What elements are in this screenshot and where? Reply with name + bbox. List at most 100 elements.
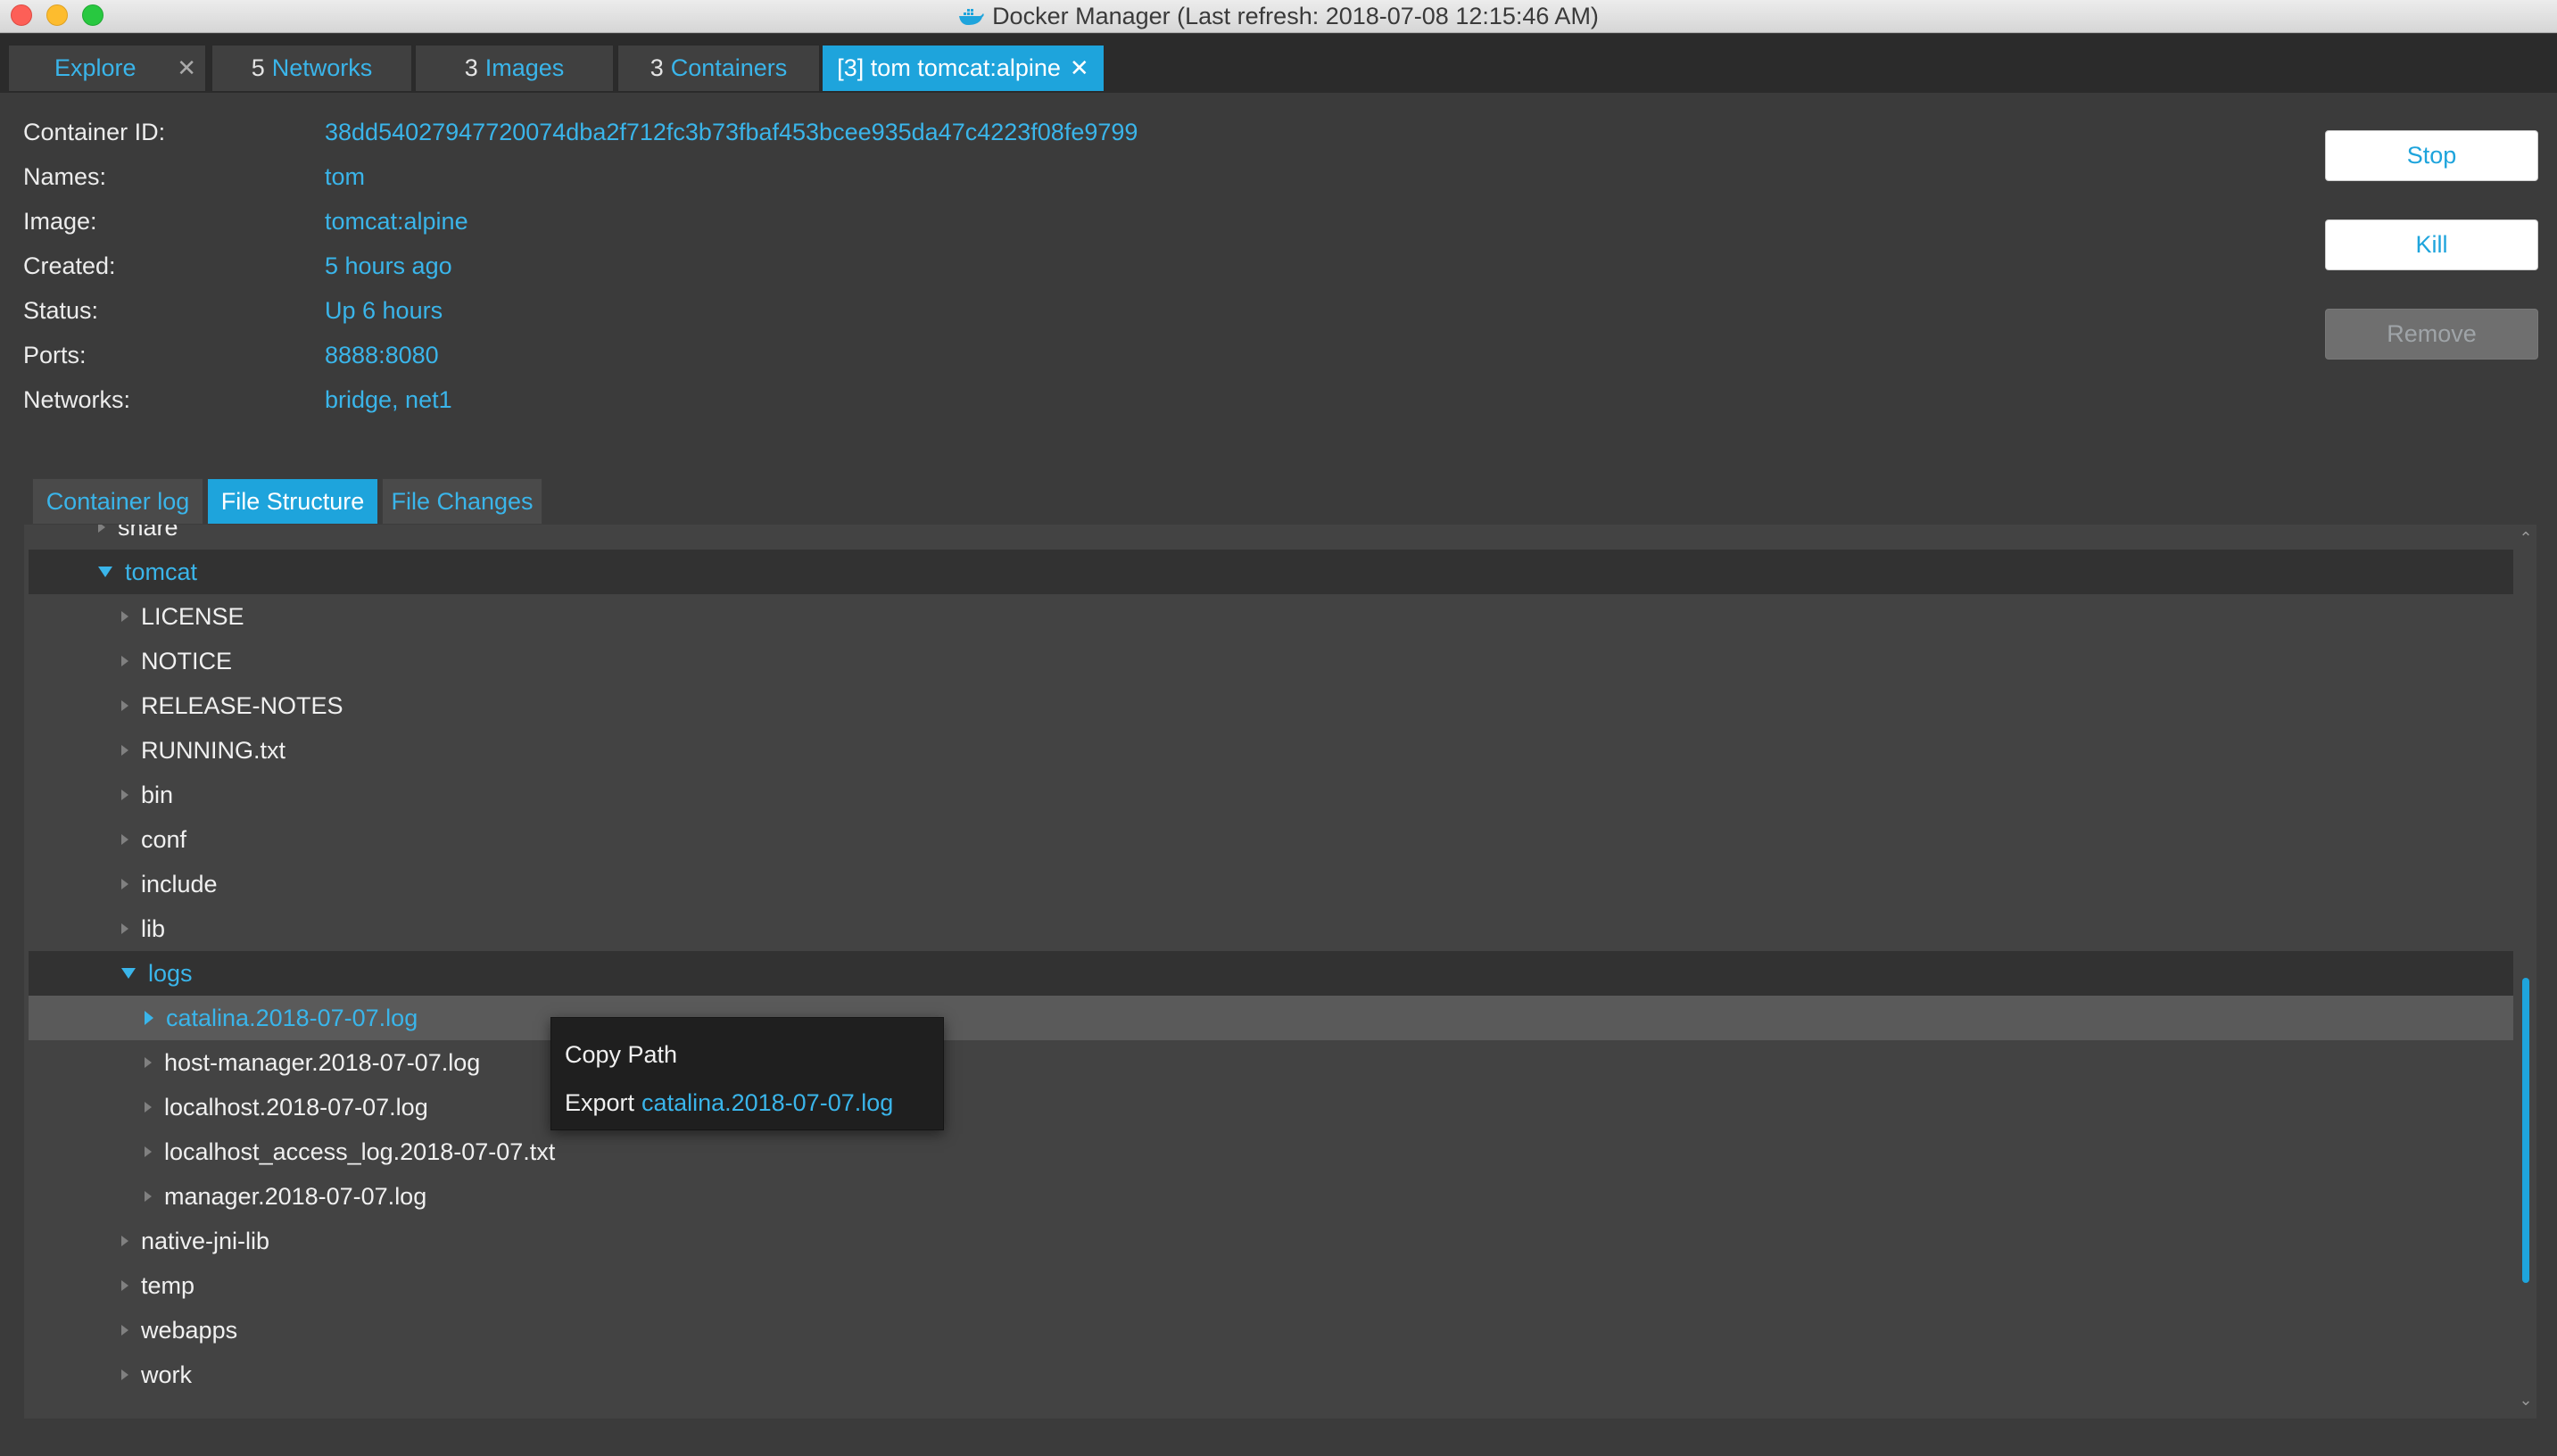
tree-item-label: logs [148,959,193,987]
tree-item-bin[interactable]: bin [29,773,2513,817]
expand-arrow-icon[interactable] [121,656,128,666]
detail-image: Image: tomcat:alpine [23,203,468,239]
vertical-scrollbar[interactable]: ⌃ ⌄ [2516,525,2536,1419]
detail-container-id: Container ID: 38dd54027947720074dba2f712… [23,114,1138,150]
detail-created: Created: 5 hours ago [23,248,452,284]
expand-arrow-icon[interactable] [121,834,128,845]
container-id-value[interactable]: 38dd54027947720074dba2f712fc3b73fbaf453b… [325,119,1138,146]
tree-item-label: conf [141,825,187,853]
detail-label: Image: [23,207,97,235]
tree-item-label: manager.2018-07-07.log [164,1182,427,1210]
tab-file-structure[interactable]: File Structure [207,478,378,525]
menu-item-export-target: catalina.2018-07-07.log [641,1088,894,1116]
ports-value[interactable]: 8888:8080 [325,342,439,369]
created-value: 5 hours ago [325,252,452,279]
title-bar: Docker Manager (Last refresh: 2018-07-08… [0,0,2557,33]
menu-item-export[interactable]: Export catalina.2018-07-07.log [551,1079,943,1127]
kill-button[interactable]: Kill [2325,219,2538,270]
tree-item-notice[interactable]: NOTICE [29,639,2513,683]
expand-arrow-icon[interactable] [121,1236,128,1246]
tab-explore[interactable]: Explore ✕ [8,45,206,92]
tree-item-catalina-log[interactable]: catalina.2018-07-07.log [29,996,2513,1040]
tree-item-webapps[interactable]: webapps [29,1308,2513,1353]
tree-item-running-txt[interactable]: RUNNING.txt [29,728,2513,773]
tree-item-license[interactable]: LICENSE [29,594,2513,639]
expand-arrow-icon[interactable] [121,611,128,622]
expand-arrow-icon[interactable] [145,1057,152,1068]
image-value[interactable]: tomcat:alpine [325,208,468,236]
expand-arrow-icon[interactable] [121,700,128,711]
tree-item-conf[interactable]: conf [29,817,2513,862]
expand-arrow-icon[interactable] [121,923,128,934]
tab-networks-label: Networks [271,54,373,81]
menu-item-copy-path[interactable]: Copy Path [551,1030,943,1079]
expand-arrow-icon[interactable] [121,790,128,800]
scrollbar-thumb[interactable] [2522,978,2529,1283]
detail-names: Names: tom [23,159,365,194]
tree-item-label: bin [141,781,174,808]
tab-explore-close-icon[interactable]: ✕ [177,54,196,82]
tree-item-lib[interactable]: lib [29,906,2513,951]
names-value[interactable]: tom [325,163,365,191]
file-tree[interactable]: share tomcat LICENSE NOTICE RELEASE-NOTE… [24,525,2536,1419]
tree-item-localhost-log[interactable]: localhost.2018-07-07.log [29,1085,2513,1129]
tab-file-changes[interactable]: File Changes [382,478,542,525]
tree-item-label: localhost.2018-07-07.log [164,1093,428,1121]
tree-item-tomcat[interactable]: tomcat [29,550,2513,594]
tree-item-include[interactable]: include [29,862,2513,906]
tab-images[interactable]: 3 Images [415,45,614,92]
remove-button[interactable]: Remove [2325,309,2538,360]
collapse-arrow-icon[interactable] [121,968,136,979]
window-maximize-button[interactable] [82,4,103,26]
menu-item-label: Export [565,1088,635,1116]
expand-arrow-icon[interactable] [145,1011,153,1025]
tab-networks-count: 5 [251,54,265,81]
tree-item-share[interactable]: share [29,525,2513,550]
menu-item-label: Copy Path [565,1040,678,1068]
expand-arrow-icon[interactable] [145,1102,152,1113]
tree-item-manager-log[interactable]: manager.2018-07-07.log [29,1174,2513,1219]
docker-whale-icon [959,9,984,25]
tab-container-detail[interactable]: [3] tom tomcat:alpine ✕ [822,45,1105,92]
tree-item-label: work [141,1361,193,1388]
detail-networks: Networks: bridge, net1 [23,382,452,418]
tree-item-work[interactable]: work [29,1353,2513,1397]
detail-label: Created: [23,252,116,279]
tab-images-label: Images [484,54,565,81]
tab-images-count: 3 [464,54,478,81]
stop-button[interactable]: Stop [2325,130,2538,181]
scroll-up-icon[interactable]: ⌃ [2518,530,2534,546]
tree-item-label: LICENSE [141,602,244,630]
tab-containers-label: Containers [670,54,788,81]
collapse-arrow-icon[interactable] [98,567,112,577]
expand-arrow-icon[interactable] [121,1280,128,1291]
tree-item-localhost-access-log[interactable]: localhost_access_log.2018-07-07.txt [29,1129,2513,1174]
tree-item-label: lib [141,914,166,942]
detail-label: Status: [23,296,99,324]
expand-arrow-icon[interactable] [145,1191,152,1202]
expand-arrow-icon[interactable] [98,525,105,533]
tab-containers[interactable]: 3 Containers [617,45,820,92]
tab-containers-count: 3 [650,54,664,81]
context-menu: Copy Path Export catalina.2018-07-07.log [550,1017,944,1130]
tab-networks[interactable]: 5 Networks [211,45,412,92]
tree-item-native-jni-lib[interactable]: native-jni-lib [29,1219,2513,1263]
tree-item-release-notes[interactable]: RELEASE-NOTES [29,683,2513,728]
tree-item-host-manager-log[interactable]: host-manager.2018-07-07.log [29,1040,2513,1085]
expand-arrow-icon[interactable] [121,1369,128,1380]
window-close-button[interactable] [11,4,32,26]
expand-arrow-icon[interactable] [145,1146,152,1157]
window-minimize-button[interactable] [46,4,68,26]
expand-arrow-icon[interactable] [121,745,128,756]
tab-container-detail-close-icon[interactable]: ✕ [1070,54,1089,82]
tree-item-logs[interactable]: logs [29,951,2513,996]
networks-value[interactable]: bridge, net1 [325,386,452,414]
scroll-down-icon[interactable]: ⌄ [2518,1392,2534,1408]
tab-container-log[interactable]: Container log [32,478,203,525]
tree-item-label: host-manager.2018-07-07.log [164,1048,481,1076]
main-tab-strip: Explore ✕ 5 Networks 3 Images 3 Containe… [0,34,2557,93]
detail-ports: Ports: 8888:8080 [23,337,439,373]
tree-item-temp[interactable]: temp [29,1263,2513,1308]
expand-arrow-icon[interactable] [121,879,128,889]
expand-arrow-icon[interactable] [121,1325,128,1336]
